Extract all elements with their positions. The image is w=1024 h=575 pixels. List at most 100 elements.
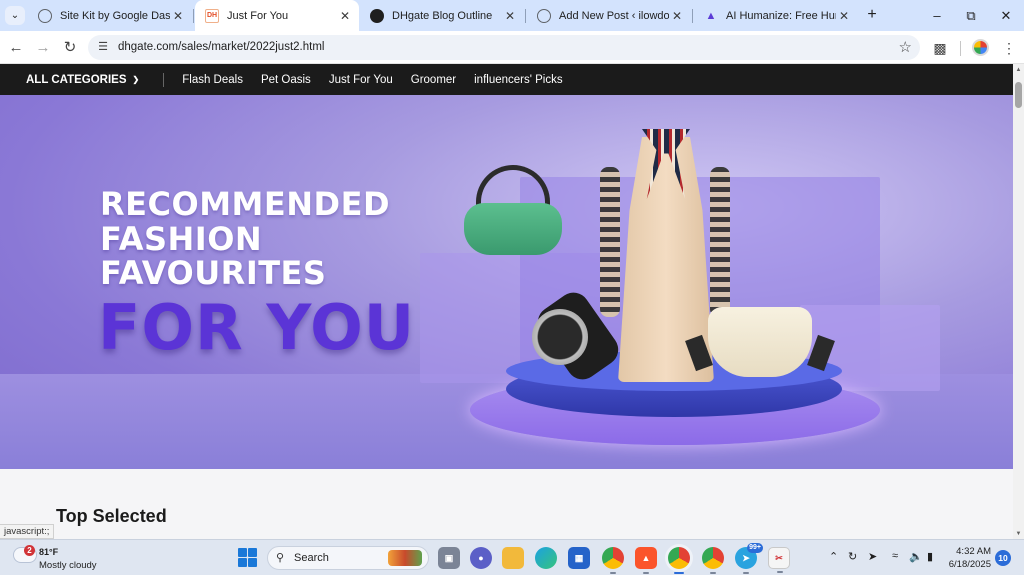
reload-button[interactable]: ↻ (59, 37, 81, 59)
all-categories-button[interactable]: ALL CATEGORIES ❯ (26, 74, 139, 86)
hero-headline-line3: FAVOURITES (100, 254, 327, 292)
brave-app[interactable]: ▲ (635, 547, 657, 574)
close-icon[interactable]: ✕ (836, 9, 852, 23)
minimize-icon: – (933, 8, 941, 23)
globe-icon (537, 8, 551, 23)
globe-icon (38, 8, 52, 23)
tab-site-kit[interactable]: Site Kit by Google Dashboard ✕ (28, 0, 192, 31)
chrome-profile-app[interactable] (702, 547, 724, 574)
tab-divider (525, 9, 526, 23)
reload-icon: ↻ (63, 39, 77, 56)
url-text[interactable]: dhgate.com/sales/market/2022just2.html (118, 41, 324, 53)
tab-search-button[interactable]: ⌄ (5, 6, 25, 25)
category-nav: ALL CATEGORIES ❯ Flash Deals Pet Oasis J… (0, 64, 1013, 95)
nav-item-just-for-you[interactable]: Just For You (329, 74, 393, 86)
telegram-unread-badge: 99+ (747, 543, 763, 553)
tab-divider (193, 9, 194, 23)
weather-temp: 81°F (39, 547, 59, 557)
battery-icon[interactable]: ▮ (927, 550, 933, 563)
profile-avatar[interactable] (972, 39, 989, 56)
windows-logo-icon (248, 548, 257, 557)
nav-item-groomer[interactable]: Groomer (411, 74, 456, 86)
windows-taskbar: 2 81°F Mostly cloudy ⚲ Search ▣ ● ▦ ▲ ➤ 9… (0, 539, 1024, 575)
running-indicator (710, 572, 716, 574)
clock-time: 4:32 AM (956, 546, 991, 557)
nav-item-flash-deals[interactable]: Flash Deals (182, 74, 243, 86)
section-title: Top Selected (56, 506, 167, 526)
store-icon: ▦ (574, 552, 584, 563)
location-icon[interactable]: ➤ (868, 550, 877, 563)
bag-pouch (708, 307, 812, 377)
nav-item-pet-oasis[interactable]: Pet Oasis (261, 74, 311, 86)
web-page: ALL CATEGORIES ❯ Flash Deals Pet Oasis J… (0, 64, 1013, 539)
scrollbar-thumb[interactable] (1015, 82, 1022, 108)
puzzle-icon: ▩ (933, 40, 947, 56)
tab-dhgate-blog-outline[interactable]: DHgate Blog Outline ✕ (360, 0, 524, 31)
weather-widget[interactable]: 2 81°F Mostly cloudy (14, 544, 124, 572)
minimize-button[interactable]: – (920, 0, 954, 31)
taskbar-search[interactable]: ⚲ Search (267, 546, 429, 570)
site-info-icon[interactable]: ☰ (95, 39, 111, 55)
nav-item-influencers-picks[interactable]: influencers' Picks (474, 74, 562, 86)
search-icon: ⚲ (276, 552, 285, 564)
chevron-up-icon[interactable]: ⌃ (829, 550, 838, 563)
restore-button[interactable]: ⧉ (954, 0, 988, 31)
bookmark-star-icon[interactable]: ☆ (899, 38, 912, 56)
tab-title: AI Humanize: Free Humanizer (726, 9, 836, 22)
scroll-down-icon[interactable]: ▼ (1014, 531, 1023, 537)
chrome-app[interactable] (602, 547, 624, 574)
weather-alert-badge: 2 (24, 545, 35, 556)
smartwatch-image (528, 286, 625, 386)
task-view-button[interactable]: ▣ (438, 547, 460, 569)
close-icon: ✕ (1000, 8, 1012, 23)
hero-banner[interactable]: RECOMMENDED FASHION FAVOURITES FOR YOU (0, 95, 1013, 469)
brave-icon: ▲ (641, 553, 651, 563)
active-indicator (674, 572, 684, 574)
hero-headline-line2: FASHION (100, 220, 263, 258)
edge-app[interactable] (535, 547, 557, 569)
arrow-right-icon: → (35, 39, 51, 56)
sync-icon[interactable]: ↻ (848, 550, 857, 563)
hero-highlight: FOR YOU (98, 291, 416, 364)
kebab-menu-icon: ⋮ (1002, 40, 1016, 56)
tab-ai-humanize[interactable]: ▲ AI Humanize: Free Humanizer ✕ (694, 0, 858, 31)
teams-chat-app[interactable]: ● (470, 547, 492, 569)
scroll-up-icon[interactable]: ▲ (1014, 67, 1023, 73)
back-button[interactable]: ← (5, 37, 27, 59)
start-button[interactable] (238, 548, 257, 567)
telegram-app[interactable]: ➤ 99+ (735, 543, 763, 574)
browser-menu-button[interactable]: ⋮ (998, 37, 1020, 59)
tab-title: DHgate Blog Outline (392, 9, 493, 22)
taskbar-search-label: Search (294, 552, 329, 564)
close-icon[interactable]: ✕ (502, 9, 518, 23)
extensions-button[interactable]: ▩ (929, 37, 951, 59)
new-tab-button[interactable]: + (862, 5, 882, 25)
chrome-app-active[interactable] (668, 547, 690, 574)
forward-button[interactable]: → (32, 37, 54, 59)
browser-tab-strip: ⌄ Site Kit by Google Dashboard ✕ DH Just… (0, 0, 1024, 31)
close-window-button[interactable]: ✕ (989, 0, 1023, 31)
system-clock[interactable]: 4:32 AM 6/18/2025 (945, 545, 991, 571)
page-scrollbar[interactable]: ▲ ▼ (1013, 64, 1024, 539)
volume-icon[interactable]: 🔈 (909, 550, 923, 563)
snipping-tool-app[interactable]: ✂ (768, 547, 790, 573)
close-icon[interactable]: ✕ (337, 9, 353, 23)
plus-icon: + (867, 6, 877, 23)
chevron-down-icon: ⌄ (10, 10, 20, 21)
running-indicator (743, 572, 749, 574)
tab-add-new-post[interactable]: Add New Post ‹ ilowdo — WordPress ✕ (527, 0, 691, 31)
hero-headline-line1: RECOMMENDED (100, 185, 390, 223)
nav-divider (163, 72, 165, 87)
browser-toolbar: ← → ↻ ☰ dhgate.com/sales/market/2022just… (0, 31, 1024, 64)
dress-sleeve (710, 167, 730, 317)
toolbar-divider (960, 41, 961, 56)
file-explorer-app[interactable] (502, 547, 524, 569)
microsoft-store-app[interactable]: ▦ (568, 547, 590, 569)
close-icon[interactable]: ✕ (669, 9, 685, 23)
notification-badge[interactable]: 10 (995, 550, 1011, 566)
tab-just-for-you[interactable]: DH Just For You ✕ (195, 0, 359, 31)
address-bar[interactable]: ☰ dhgate.com/sales/market/2022just2.html… (88, 35, 920, 60)
close-icon[interactable]: ✕ (170, 9, 186, 23)
link-status-bubble: javascript:; (0, 524, 55, 539)
wifi-icon[interactable]: ≈ (892, 550, 898, 562)
